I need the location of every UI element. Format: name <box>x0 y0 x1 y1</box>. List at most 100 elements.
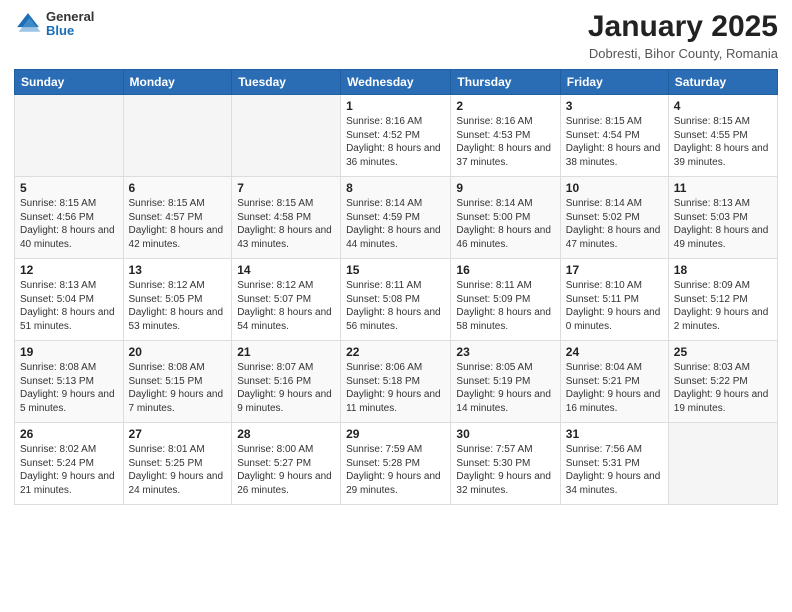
weekday-header-monday: Monday <box>123 70 232 95</box>
day-info: Sunrise: 8:11 AM Sunset: 5:08 PM Dayligh… <box>346 279 445 333</box>
day-number: 18 <box>674 263 772 277</box>
calendar-cell: 1 Sunrise: 8:16 AM Sunset: 4:52 PM Daylig… <box>341 95 451 177</box>
day-number: 29 <box>346 427 445 441</box>
calendar-cell: 21 Sunrise: 8:07 AM Sunset: 5:16 PM Dayli… <box>232 341 341 423</box>
calendar-cell: 9 Sunrise: 8:14 AM Sunset: 5:00 PM Daylig… <box>451 177 560 259</box>
weekday-header-tuesday: Tuesday <box>232 70 341 95</box>
day-number: 9 <box>456 181 554 195</box>
day-number: 30 <box>456 427 554 441</box>
calendar-cell: 16Sunrise: 8:11 AM Sunset: 5:09 PM Dayli… <box>451 259 560 341</box>
day-info: Sunrise: 8:03 AM Sunset: 5:22 PM Dayligh… <box>674 361 772 415</box>
day-info: Sunrise: 8:07 AM Sunset: 5:16 PM Dayligh… <box>237 361 335 415</box>
day-number: 1 <box>346 99 445 113</box>
calendar-week-row: 19Sunrise: 8:08 AM Sunset: 5:13 PM Dayli… <box>15 341 778 423</box>
day-info: Sunrise: 8:05 AM Sunset: 5:19 PM Dayligh… <box>456 361 554 415</box>
location-subtitle: Dobresti, Bihor County, Romania <box>588 46 778 61</box>
day-info: Sunrise: 8:15 AM Sunset: 4:55 PM Dayligh… <box>674 115 772 169</box>
calendar-cell: 26Sunrise: 8:02 AM Sunset: 5:24 PM Dayli… <box>15 423 124 505</box>
logo-general-text: General <box>46 10 94 24</box>
day-number: 25 <box>674 345 772 359</box>
day-info: Sunrise: 8:13 AM Sunset: 5:04 PM Dayligh… <box>20 279 118 333</box>
day-number: 7 <box>237 181 335 195</box>
day-info: Sunrise: 8:06 AM Sunset: 5:18 PM Dayligh… <box>346 361 445 415</box>
calendar-cell: 15Sunrise: 8:11 AM Sunset: 5:08 PM Dayli… <box>341 259 451 341</box>
calendar-cell: 11Sunrise: 8:13 AM Sunset: 5:03 PM Dayli… <box>668 177 777 259</box>
calendar-cell: 23 Sunrise: 8:05 AM Sunset: 5:19 PM Dayli… <box>451 341 560 423</box>
calendar-cell: 17 Sunrise: 8:10 AM Sunset: 5:11 PM Dayli… <box>560 259 668 341</box>
calendar-cell: 24 Sunrise: 8:04 AM Sunset: 5:21 PM Dayli… <box>560 341 668 423</box>
day-number: 26 <box>20 427 118 441</box>
day-number: 21 <box>237 345 335 359</box>
calendar-cell <box>668 423 777 505</box>
calendar-cell: 18 Sunrise: 8:09 AM Sunset: 5:12 PM Dayli… <box>668 259 777 341</box>
calendar-cell: 5 Sunrise: 8:15 AM Sunset: 4:56 PM Daylig… <box>15 177 124 259</box>
calendar-cell: 28Sunrise: 8:00 AM Sunset: 5:27 PM Dayli… <box>232 423 341 505</box>
day-info: Sunrise: 8:08 AM Sunset: 5:15 PM Dayligh… <box>129 361 227 415</box>
day-number: 6 <box>129 181 227 195</box>
day-info: Sunrise: 8:10 AM Sunset: 5:11 PM Dayligh… <box>566 279 663 333</box>
calendar-table: SundayMondayTuesdayWednesdayThursdayFrid… <box>14 69 778 505</box>
day-number: 24 <box>566 345 663 359</box>
day-info: Sunrise: 8:16 AM Sunset: 4:52 PM Dayligh… <box>346 115 445 169</box>
day-info: Sunrise: 8:12 AM Sunset: 5:07 PM Dayligh… <box>237 279 335 333</box>
calendar-week-row: 1 Sunrise: 8:16 AM Sunset: 4:52 PM Daylig… <box>15 95 778 177</box>
logo-blue-text: Blue <box>46 24 94 38</box>
day-info: Sunrise: 8:08 AM Sunset: 5:13 PM Dayligh… <box>20 361 118 415</box>
calendar-cell: 29Sunrise: 7:59 AM Sunset: 5:28 PM Dayli… <box>341 423 451 505</box>
day-info: Sunrise: 8:15 AM Sunset: 4:56 PM Dayligh… <box>20 197 118 251</box>
day-info: Sunrise: 8:01 AM Sunset: 5:25 PM Dayligh… <box>129 443 227 497</box>
calendar-cell: 20 Sunrise: 8:08 AM Sunset: 5:15 PM Dayli… <box>123 341 232 423</box>
weekday-header-friday: Friday <box>560 70 668 95</box>
header: General Blue January 2025 Dobresti, Biho… <box>14 10 778 61</box>
calendar-cell: 22 Sunrise: 8:06 AM Sunset: 5:18 PM Dayli… <box>341 341 451 423</box>
calendar-cell <box>15 95 124 177</box>
day-info: Sunrise: 8:04 AM Sunset: 5:21 PM Dayligh… <box>566 361 663 415</box>
weekday-header-thursday: Thursday <box>451 70 560 95</box>
calendar-cell: 12 Sunrise: 8:13 AM Sunset: 5:04 PM Dayli… <box>15 259 124 341</box>
weekday-header-saturday: Saturday <box>668 70 777 95</box>
page: General Blue January 2025 Dobresti, Biho… <box>0 0 792 612</box>
day-number: 23 <box>456 345 554 359</box>
calendar-cell: 2Sunrise: 8:16 AM Sunset: 4:53 PM Daylig… <box>451 95 560 177</box>
calendar-cell: 8Sunrise: 8:14 AM Sunset: 4:59 PM Daylig… <box>341 177 451 259</box>
day-info: Sunrise: 8:15 AM Sunset: 4:54 PM Dayligh… <box>566 115 663 169</box>
day-info: Sunrise: 8:12 AM Sunset: 5:05 PM Dayligh… <box>129 279 227 333</box>
calendar-cell <box>123 95 232 177</box>
calendar-cell: 27 Sunrise: 8:01 AM Sunset: 5:25 PM Dayli… <box>123 423 232 505</box>
calendar-cell: 6 Sunrise: 8:15 AM Sunset: 4:57 PM Daylig… <box>123 177 232 259</box>
day-number: 22 <box>346 345 445 359</box>
day-info: Sunrise: 8:15 AM Sunset: 4:58 PM Dayligh… <box>237 197 335 251</box>
calendar-cell: 7 Sunrise: 8:15 AM Sunset: 4:58 PM Daylig… <box>232 177 341 259</box>
month-title: January 2025 <box>588 10 778 44</box>
day-number: 10 <box>566 181 663 195</box>
day-info: Sunrise: 8:14 AM Sunset: 5:00 PM Dayligh… <box>456 197 554 251</box>
day-number: 4 <box>674 99 772 113</box>
day-number: 14 <box>237 263 335 277</box>
day-number: 17 <box>566 263 663 277</box>
day-number: 27 <box>129 427 227 441</box>
day-info: Sunrise: 8:15 AM Sunset: 4:57 PM Dayligh… <box>129 197 227 251</box>
day-info: Sunrise: 8:14 AM Sunset: 5:02 PM Dayligh… <box>566 197 663 251</box>
day-info: Sunrise: 8:09 AM Sunset: 5:12 PM Dayligh… <box>674 279 772 333</box>
day-number: 20 <box>129 345 227 359</box>
calendar-cell: 3Sunrise: 8:15 AM Sunset: 4:54 PM Daylig… <box>560 95 668 177</box>
calendar-cell: 30 Sunrise: 7:57 AM Sunset: 5:30 PM Dayli… <box>451 423 560 505</box>
calendar-cell: 13Sunrise: 8:12 AM Sunset: 5:05 PM Dayli… <box>123 259 232 341</box>
day-info: Sunrise: 7:56 AM Sunset: 5:31 PM Dayligh… <box>566 443 663 497</box>
day-number: 11 <box>674 181 772 195</box>
day-number: 31 <box>566 427 663 441</box>
calendar-week-row: 5 Sunrise: 8:15 AM Sunset: 4:56 PM Daylig… <box>15 177 778 259</box>
weekday-header-wednesday: Wednesday <box>341 70 451 95</box>
calendar-week-row: 26Sunrise: 8:02 AM Sunset: 5:24 PM Dayli… <box>15 423 778 505</box>
logo-text: General Blue <box>46 10 94 39</box>
weekday-header-sunday: Sunday <box>15 70 124 95</box>
day-number: 8 <box>346 181 445 195</box>
calendar-cell: 4 Sunrise: 8:15 AM Sunset: 4:55 PM Daylig… <box>668 95 777 177</box>
day-number: 12 <box>20 263 118 277</box>
calendar-cell: 10 Sunrise: 8:14 AM Sunset: 5:02 PM Dayli… <box>560 177 668 259</box>
day-info: Sunrise: 8:11 AM Sunset: 5:09 PM Dayligh… <box>456 279 554 333</box>
calendar-cell: 19Sunrise: 8:08 AM Sunset: 5:13 PM Dayli… <box>15 341 124 423</box>
day-info: Sunrise: 7:57 AM Sunset: 5:30 PM Dayligh… <box>456 443 554 497</box>
day-number: 5 <box>20 181 118 195</box>
day-info: Sunrise: 8:16 AM Sunset: 4:53 PM Dayligh… <box>456 115 554 169</box>
